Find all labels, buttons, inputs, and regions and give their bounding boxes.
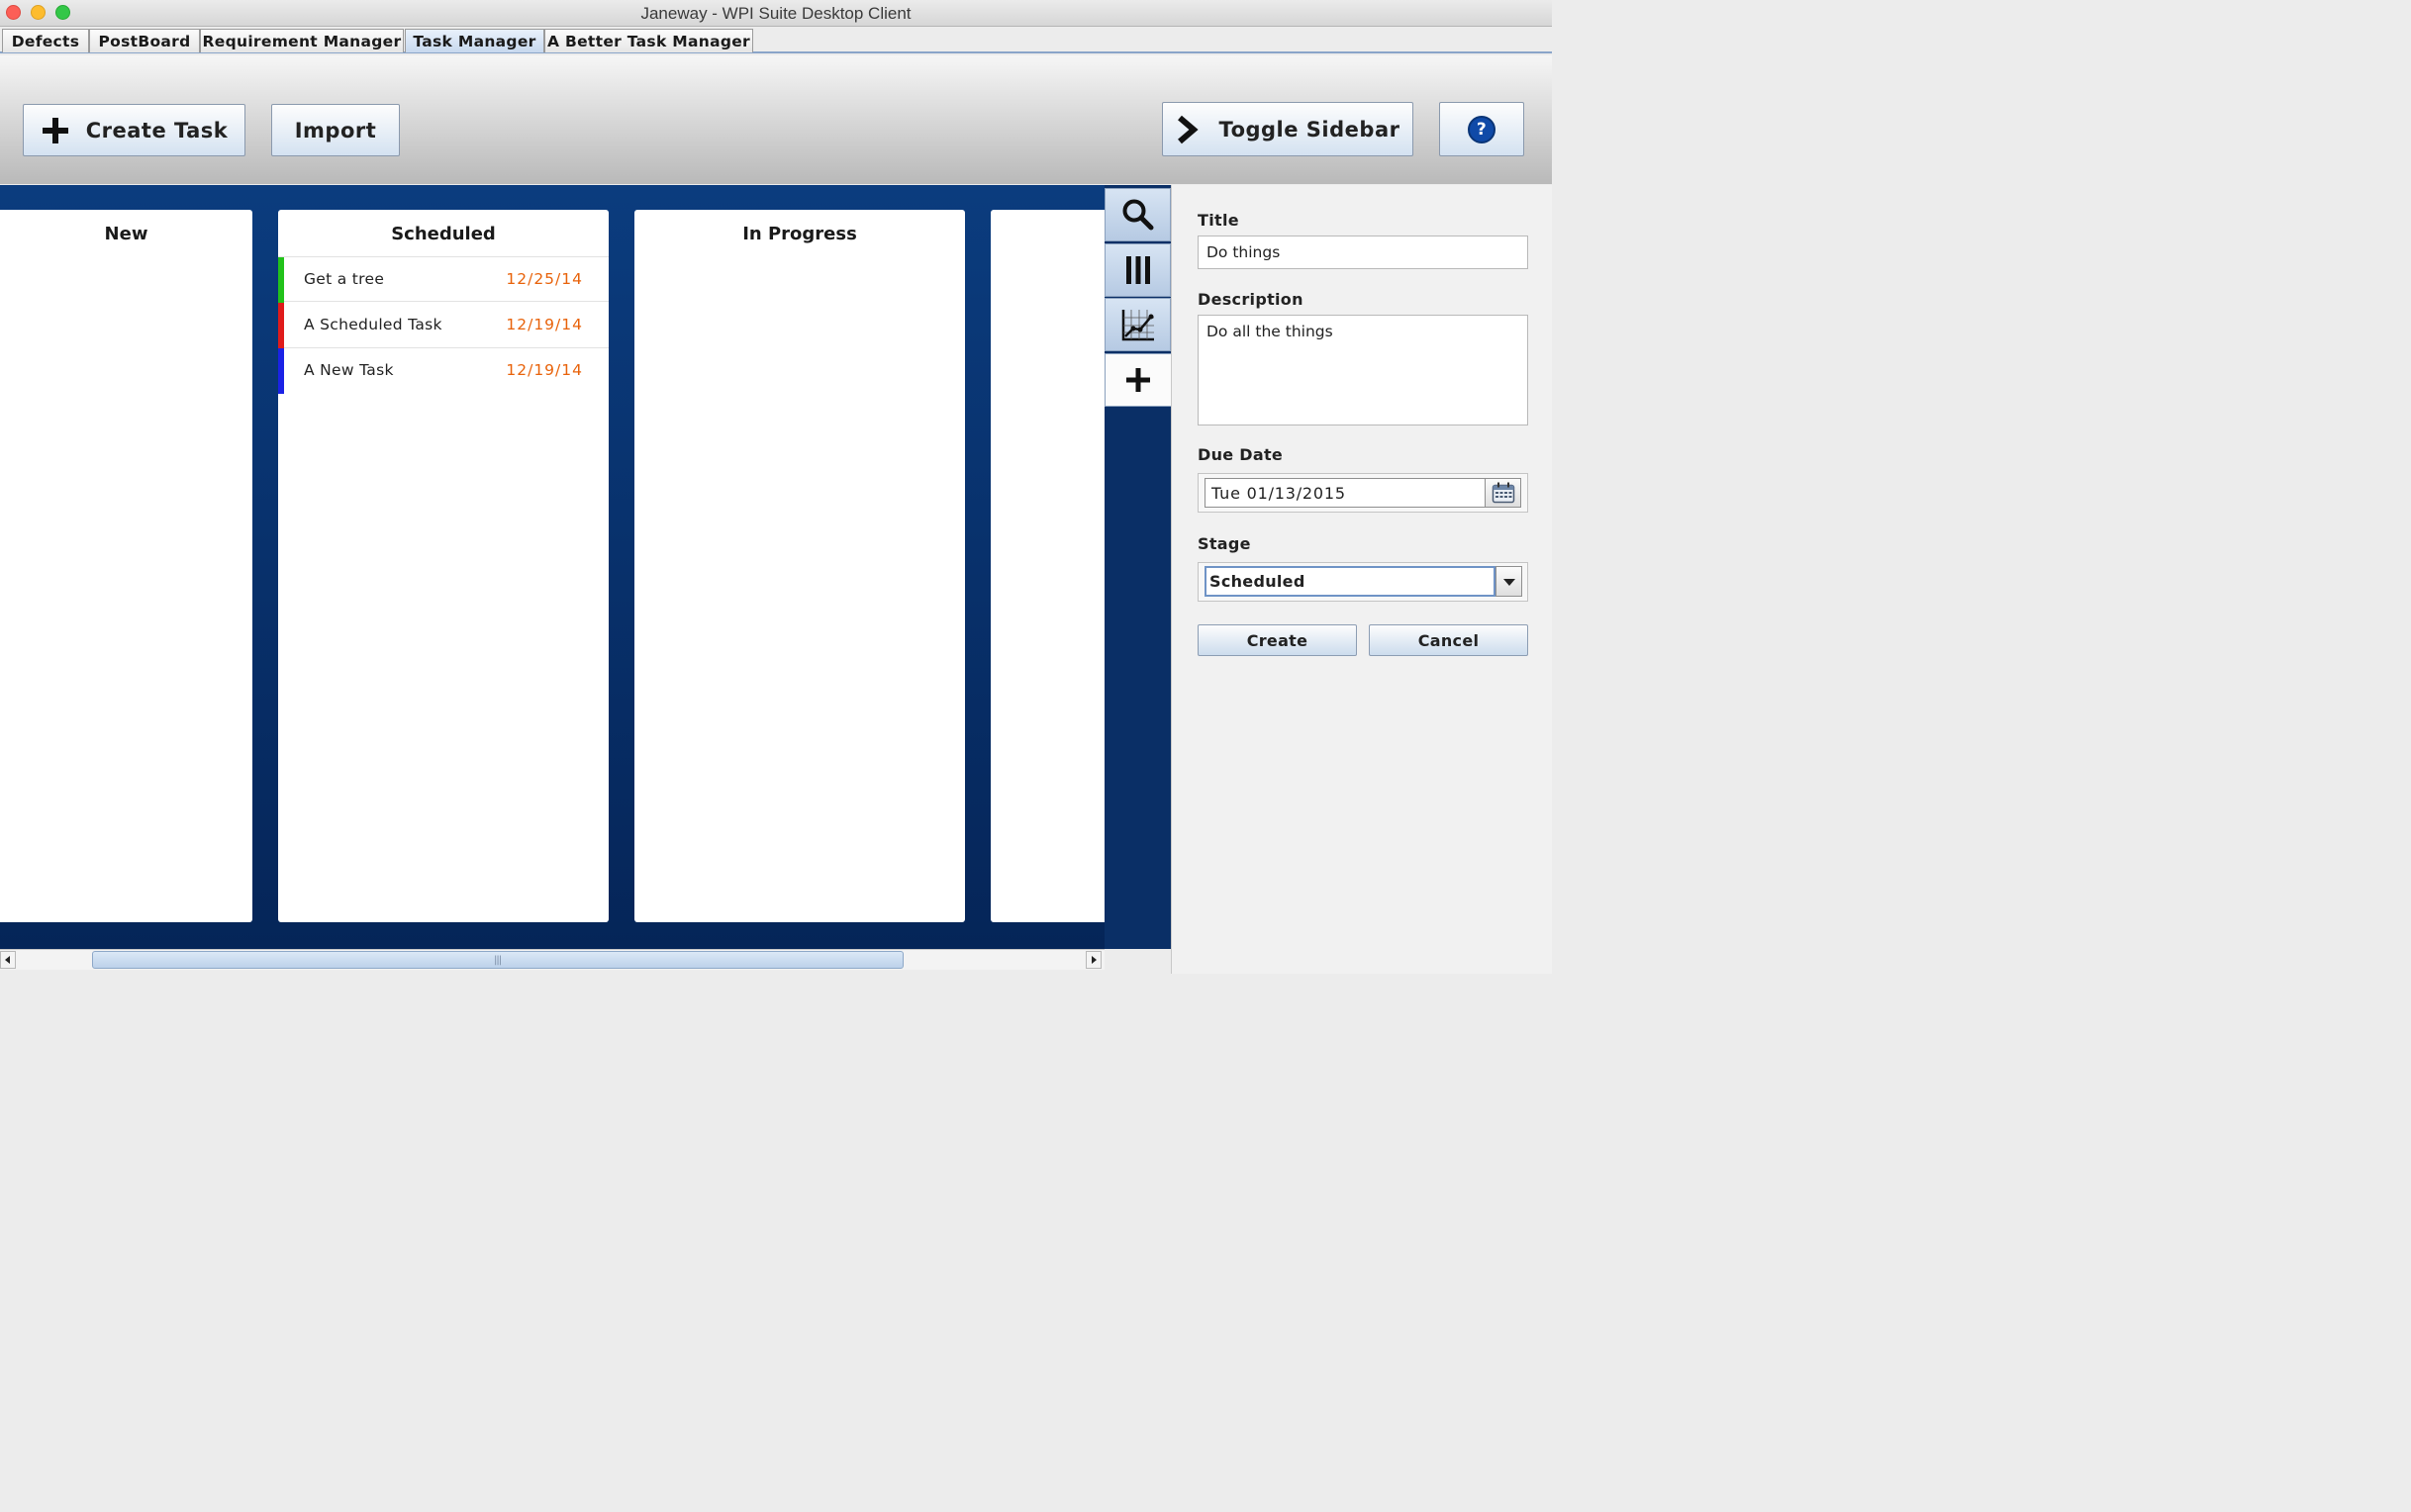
due-date-label: Due Date — [1198, 445, 1284, 464]
task-name: A New Task — [304, 361, 394, 379]
window-title: Janeway - WPI Suite Desktop Client — [640, 4, 912, 23]
tab-requirement-manager[interactable]: Requirement Manager — [200, 29, 404, 52]
task-due-date: 12/25/14 — [506, 270, 583, 288]
board-horizontal-scrollbar[interactable]: ||| — [0, 949, 1105, 970]
window-titlebar: Janeway - WPI Suite Desktop Client — [0, 0, 1552, 27]
create-task-button[interactable]: Create Task — [23, 104, 245, 156]
create-button[interactable]: Create — [1198, 624, 1357, 656]
cancel-button[interactable]: Cancel — [1369, 624, 1528, 656]
task-name: Get a tree — [304, 270, 385, 288]
toggle-sidebar-button[interactable]: Toggle Sidebar — [1162, 102, 1413, 156]
column-in-progress[interactable]: In Progress — [634, 210, 965, 922]
scroll-left-button[interactable] — [0, 951, 16, 969]
task-color-stripe — [278, 257, 284, 303]
import-button[interactable]: Import — [271, 104, 400, 156]
task-due-date: 12/19/14 — [506, 361, 583, 379]
search-icon — [1122, 199, 1153, 231]
arrow-left-icon — [5, 956, 10, 964]
chevron-down-icon — [1502, 578, 1515, 586]
description-label: Description — [1198, 290, 1303, 309]
sidebar-tab-chart[interactable] — [1105, 298, 1171, 351]
plus-icon — [1126, 368, 1150, 392]
calendar-button[interactable] — [1485, 478, 1521, 508]
due-date-input[interactable]: Tue 01/13/2015 — [1205, 478, 1486, 508]
task-due-date: 12/19/14 — [506, 316, 583, 333]
stage-select-value[interactable]: Scheduled — [1205, 566, 1495, 597]
task-card[interactable]: A Scheduled Task 12/19/14 — [278, 303, 609, 348]
task-board: New Scheduled Get a tree 12/25/14 A Sche… — [0, 185, 1105, 949]
grip-icon: ||| — [494, 955, 502, 966]
arrow-right-icon — [1092, 956, 1097, 964]
sidebar-tab-search[interactable] — [1105, 188, 1171, 241]
task-card[interactable]: Get a tree 12/25/14 — [278, 256, 609, 303]
tab-postboard[interactable]: PostBoard — [89, 29, 200, 52]
plus-icon — [42, 117, 68, 143]
stage-dropdown-button[interactable] — [1495, 566, 1522, 597]
chart-icon — [1121, 310, 1154, 341]
task-color-stripe — [278, 348, 284, 394]
scroll-thumb[interactable]: ||| — [92, 951, 904, 969]
module-tabbar: Defects PostBoard Requirement Manager Ta… — [0, 27, 1552, 53]
toggle-sidebar-label: Toggle Sidebar — [1218, 117, 1400, 142]
sidebar-tabstrip — [1105, 185, 1171, 949]
description-field[interactable]: Do all the things — [1198, 315, 1528, 425]
title-label: Title — [1198, 211, 1239, 230]
column-complete[interactable] — [991, 210, 1105, 922]
task-name: A Scheduled Task — [304, 316, 442, 333]
help-button[interactable]: ? — [1439, 102, 1524, 156]
columns-icon — [1125, 256, 1150, 284]
due-date-picker: Tue 01/13/2015 — [1198, 473, 1528, 513]
stage-label: Stage — [1198, 534, 1251, 553]
toolbar: Create Task Import Toggle Sidebar ? — [0, 55, 1552, 184]
scroll-right-button[interactable] — [1086, 951, 1102, 969]
create-task-panel: Title Do things Description Do all the t… — [1171, 185, 1552, 974]
column-new[interactable]: New — [0, 210, 252, 922]
sidebar-tab-create[interactable] — [1105, 353, 1171, 407]
tab-defects[interactable]: Defects — [2, 29, 89, 52]
help-icon-glyph: ? — [1476, 119, 1488, 140]
column-title: New — [104, 224, 148, 244]
sidebar-tab-columns[interactable] — [1105, 243, 1171, 297]
tab-better-task-manager[interactable]: A Better Task Manager — [544, 29, 753, 52]
create-task-label: Create Task — [85, 118, 229, 142]
task-color-stripe — [278, 303, 284, 348]
column-title: Scheduled — [391, 224, 496, 244]
tab-task-manager[interactable]: Task Manager — [405, 29, 544, 52]
column-title: In Progress — [742, 224, 857, 244]
title-field[interactable]: Do things — [1198, 236, 1528, 269]
calendar-icon — [1492, 482, 1514, 504]
task-card[interactable]: A New Task 12/19/14 — [278, 348, 609, 394]
column-scheduled[interactable]: Scheduled Get a tree 12/25/14 A Schedule… — [278, 210, 609, 922]
stage-select: Scheduled — [1198, 562, 1528, 602]
chevron-right-icon — [1177, 115, 1199, 143]
help-icon: ? — [1468, 115, 1495, 143]
